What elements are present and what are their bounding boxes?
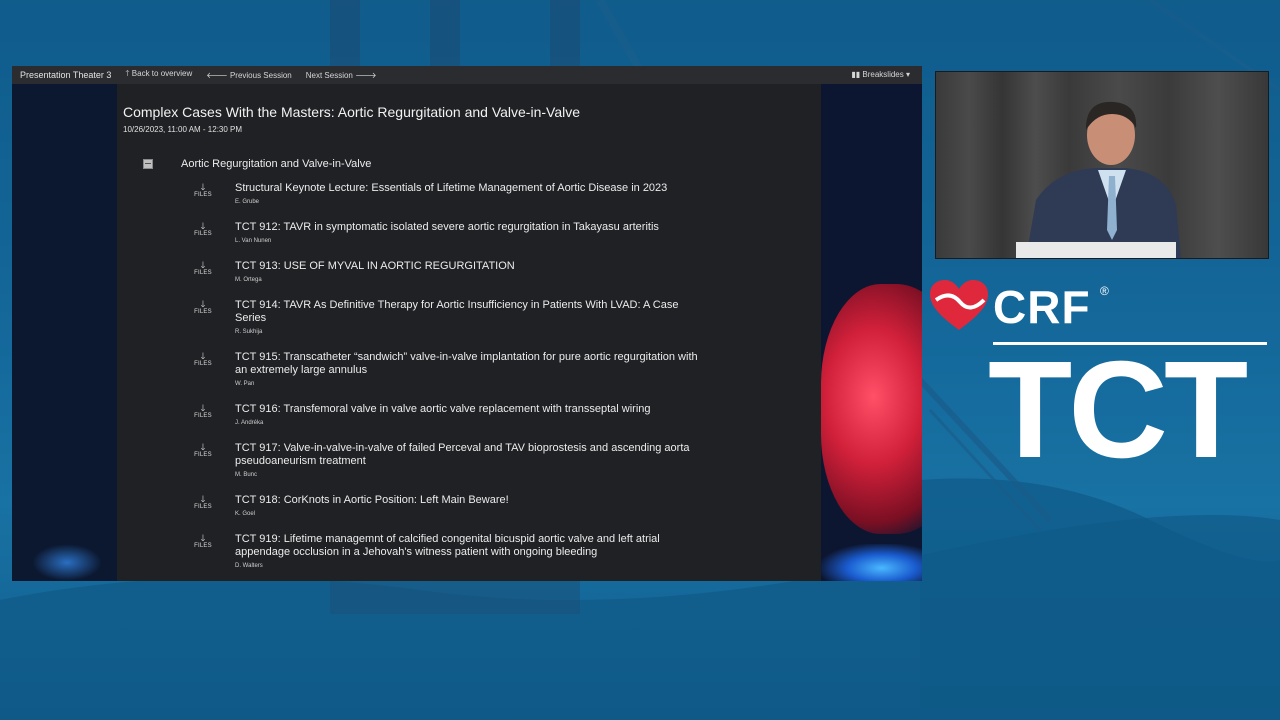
back-to-overview-link[interactable]: 🡑 Back to overview (125, 68, 192, 82)
right-decor-panel (821, 84, 922, 581)
breakslides-dropdown[interactable]: ▮▮ Breakslides ▾ (851, 70, 910, 79)
files-label: FILES (194, 231, 212, 237)
download-arrow-icon: 🡓 (200, 494, 206, 504)
talk-author: K. Goel (235, 511, 256, 517)
files-button[interactable]: 🡓 FILES (187, 403, 219, 419)
talk-title[interactable]: TCT 912: TAVR in symptomatic isolated se… (235, 221, 710, 234)
talk-title[interactable]: TCT 913: USE OF MYVAL IN AORTIC REGURGIT… (235, 260, 710, 273)
download-arrow-icon: 🡓 (200, 182, 206, 192)
download-arrow-icon: 🡓 (200, 403, 206, 413)
talk-title[interactable]: TCT 917: Valve-in-valve-in-valve of fail… (235, 442, 710, 468)
talk-author: W. Pan (235, 381, 255, 387)
talk-title[interactable]: TCT 918: CorKnots in Aortic Position: Le… (235, 494, 710, 507)
files-button[interactable]: 🡓 FILES (187, 533, 219, 549)
talk-author: R. Sukhija (235, 329, 263, 335)
download-arrow-icon: 🡓 (200, 442, 206, 452)
vessel-image (821, 544, 922, 581)
blue-glow (32, 544, 102, 581)
heart-logo-icon (930, 280, 988, 330)
collapse-icon[interactable] (143, 159, 153, 169)
download-arrow-icon: 🡓 (200, 533, 206, 543)
talk-title[interactable]: Structural Keynote Lecture: Essentials o… (235, 182, 710, 195)
talk-author: J. Andréka (235, 420, 264, 426)
session-title: Complex Cases With the Masters: Aortic R… (123, 104, 581, 120)
files-button[interactable]: 🡓 FILES (187, 260, 219, 276)
download-arrow-icon: 🡓 (200, 221, 206, 231)
files-label: FILES (194, 309, 212, 315)
crf-tct-logo: CRF ® TCT (930, 280, 1270, 480)
session-group: Aortic Regurgitation and Valve-in-Valve (143, 158, 371, 170)
talk-author: E. Grube (235, 199, 260, 205)
talk-title[interactable]: TCT 916: Transfemoral valve in valve aor… (235, 403, 710, 416)
speaker-figure (1026, 101, 1181, 258)
presentation-window: Presentation Theater 3 🡑 Back to overvie… (12, 66, 922, 581)
files-button[interactable]: 🡓 FILES (187, 442, 219, 458)
files-button[interactable]: 🡓 FILES (187, 299, 219, 315)
crf-wordmark: CRF (993, 281, 1091, 333)
talk-author: L. Van Nunen (235, 238, 272, 244)
files-label: FILES (194, 192, 212, 198)
talk-title[interactable]: TCT 915: Transcatheter “sandwich” valve-… (235, 351, 710, 377)
files-button[interactable]: 🡓 FILES (187, 182, 219, 198)
left-decor-panel (12, 84, 117, 581)
podium (1016, 242, 1176, 258)
next-session-link[interactable]: Next Session 🡒 (306, 70, 377, 80)
talk-author: M. Bunc (235, 472, 258, 478)
registered-mark: ® (1100, 284, 1109, 298)
talk-title[interactable]: TCT 914: TAVR As Definitive Therapy for … (235, 299, 710, 325)
files-label: FILES (194, 413, 212, 419)
talk-author: D. Walters (235, 563, 263, 569)
files-button[interactable]: 🡓 FILES (187, 494, 219, 510)
files-label: FILES (194, 270, 212, 276)
group-label: Aortic Regurgitation and Valve-in-Valve (181, 158, 372, 170)
files-button[interactable]: 🡓 FILES (187, 221, 219, 237)
download-arrow-icon: 🡓 (200, 351, 206, 361)
tct-wordmark: TCT (988, 333, 1248, 487)
presentation-topbar: Presentation Theater 3 🡑 Back to overvie… (12, 66, 922, 84)
talk-title[interactable]: TCT 919: Lifetime managemnt of calcified… (235, 533, 710, 559)
files-label: FILES (194, 543, 212, 549)
files-button[interactable]: 🡓 FILES (187, 351, 219, 367)
speaker-video (935, 71, 1269, 259)
session-content: Complex Cases With the Masters: Aortic R… (117, 84, 821, 581)
session-date: 10/26/2023, 11:00 AM - 12:30 PM (123, 125, 243, 134)
download-arrow-icon: 🡓 (200, 299, 206, 309)
heart-image (821, 284, 922, 534)
theater-label: Presentation Theater 3 (20, 70, 112, 80)
talk-author: M. Ortega (235, 277, 262, 283)
download-arrow-icon: 🡓 (200, 260, 206, 270)
previous-session-link[interactable]: 🡐 Previous Session (206, 70, 291, 80)
files-label: FILES (194, 504, 212, 510)
files-label: FILES (194, 361, 212, 367)
files-label: FILES (194, 452, 212, 458)
